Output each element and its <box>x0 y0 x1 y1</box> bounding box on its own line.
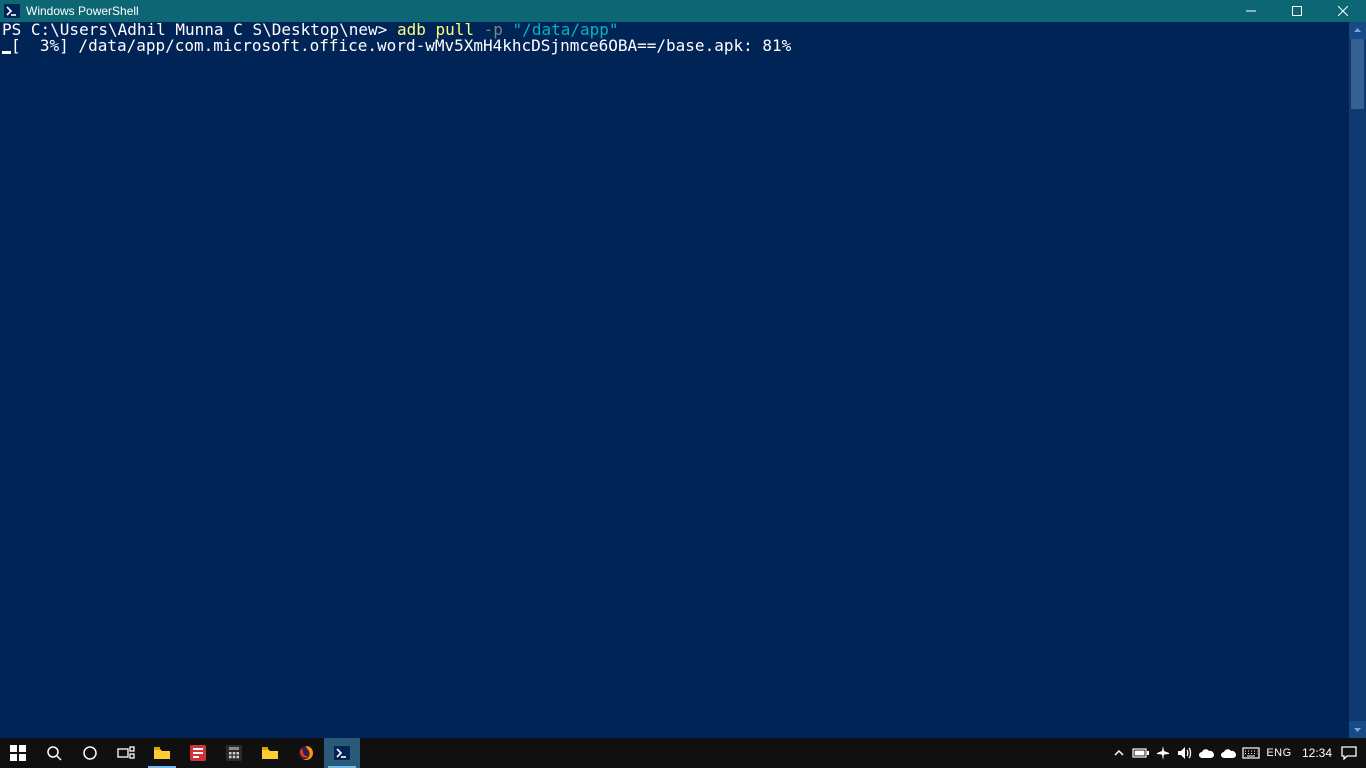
task-view-button[interactable] <box>108 738 144 768</box>
cursor <box>2 51 11 54</box>
taskbar-app-file-explorer-2[interactable] <box>252 738 288 768</box>
action-center-icon[interactable] <box>1338 738 1360 768</box>
onedrive-icon[interactable] <box>1196 738 1218 768</box>
vertical-scrollbar[interactable] <box>1349 22 1366 738</box>
powershell-icon <box>4 3 20 19</box>
close-button[interactable] <box>1320 0 1366 22</box>
scroll-thumb[interactable] <box>1351 39 1364 109</box>
taskbar-spacer <box>360 738 1108 768</box>
clock[interactable]: 12:34 <box>1296 738 1338 768</box>
console-area-wrap: PS C:\Users\Adhil Munna C S\Desktop\new>… <box>0 22 1366 738</box>
powershell-window: Windows PowerShell PS C:\Users\Adhil Mun… <box>0 0 1366 738</box>
start-button[interactable] <box>0 738 36 768</box>
scroll-up-button[interactable] <box>1349 22 1366 39</box>
keyboard-icon[interactable] <box>1240 738 1262 768</box>
search-button[interactable] <box>36 738 72 768</box>
onedrive-sync-icon[interactable] <box>1218 738 1240 768</box>
airplane-mode-icon[interactable] <box>1152 738 1174 768</box>
taskbar-app-powershell[interactable] <box>324 738 360 768</box>
system-tray: ENG 12:34 <box>1108 738 1366 768</box>
scroll-down-button[interactable] <box>1349 721 1366 738</box>
language-indicator[interactable]: ENG <box>1262 738 1296 768</box>
cortana-button[interactable] <box>72 738 108 768</box>
console-area[interactable]: PS C:\Users\Adhil Munna C S\Desktop\new>… <box>0 22 1349 738</box>
taskbar-app-file-explorer[interactable] <box>144 738 180 768</box>
taskbar-app-calculator[interactable] <box>216 738 252 768</box>
maximize-button[interactable] <box>1274 0 1320 22</box>
window-title: Windows PowerShell <box>26 4 139 18</box>
taskbar: ENG 12:34 <box>0 738 1366 768</box>
battery-icon[interactable] <box>1130 738 1152 768</box>
titlebar[interactable]: Windows PowerShell <box>0 0 1366 22</box>
scroll-track[interactable] <box>1349 39 1366 721</box>
volume-icon[interactable] <box>1174 738 1196 768</box>
minimize-button[interactable] <box>1228 0 1274 22</box>
output-line: [ 3%] /data/app/com.microsoft.office.wor… <box>2 36 791 55</box>
taskbar-left <box>0 738 360 768</box>
output-text: [ 3%] /data/app/com.microsoft.office.wor… <box>11 36 791 55</box>
taskbar-app-news[interactable] <box>180 738 216 768</box>
tray-overflow-button[interactable] <box>1108 738 1130 768</box>
taskbar-app-firefox[interactable] <box>288 738 324 768</box>
